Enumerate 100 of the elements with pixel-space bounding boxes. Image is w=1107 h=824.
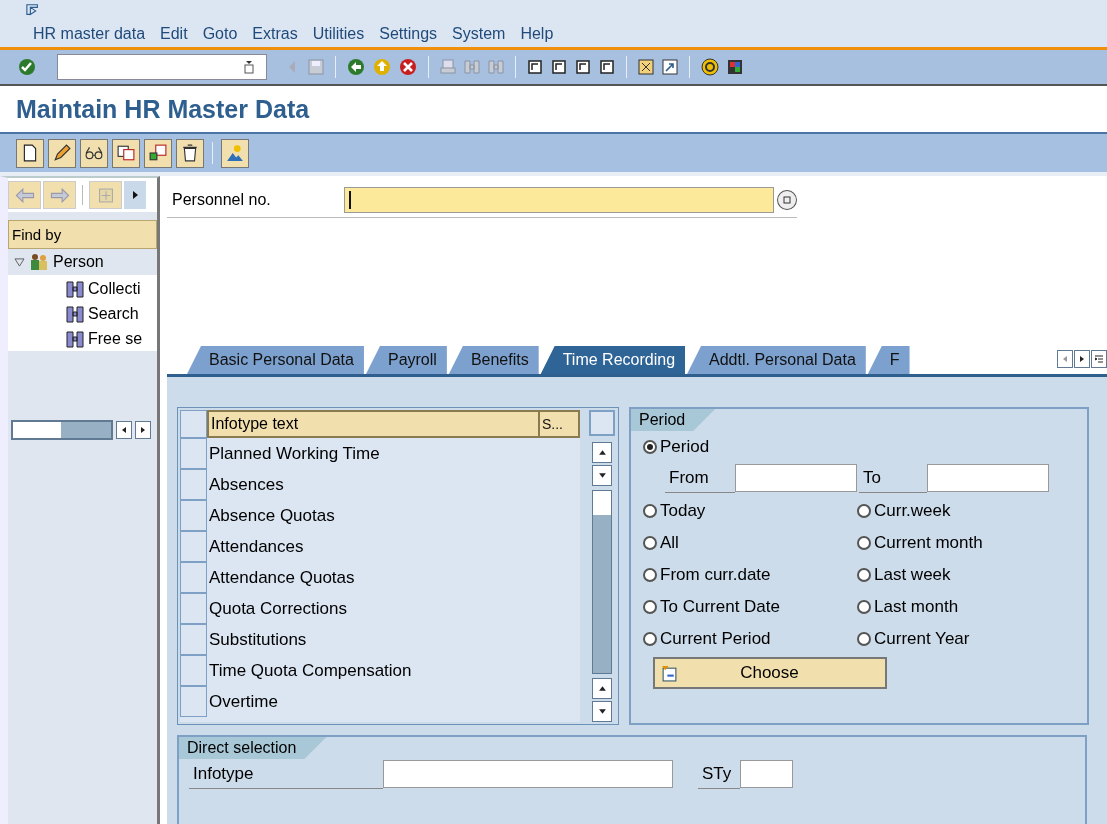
tree-item[interactable]: Collecti xyxy=(88,279,141,298)
edit-button[interactable] xyxy=(48,138,76,168)
infotype-item[interactable]: Substitutions xyxy=(207,624,307,655)
command-field[interactable] xyxy=(57,54,267,80)
landscape-icon xyxy=(226,144,244,162)
menu-item[interactable]: Edit xyxy=(160,24,188,43)
radio-label: Current Year xyxy=(874,629,970,649)
layout-icon[interactable] xyxy=(726,58,744,76)
radio-button[interactable] xyxy=(643,440,657,454)
subtype-field[interactable] xyxy=(740,760,793,788)
radio-label: All xyxy=(660,533,679,553)
expand-icon[interactable] xyxy=(14,257,25,267)
radio-button[interactable] xyxy=(857,568,871,582)
scroll-left-button[interactable] xyxy=(116,421,132,439)
copy-button[interactable] xyxy=(112,138,140,168)
group-title: Direct selection xyxy=(179,737,327,759)
infotype-item[interactable]: Time Quota Compensation xyxy=(207,655,412,686)
back-icon[interactable] xyxy=(346,57,366,77)
tab[interactable]: Benefits xyxy=(448,346,539,374)
radio-label: Current month xyxy=(874,533,983,553)
shortcut-icon[interactable] xyxy=(661,58,679,76)
page-down-button[interactable] xyxy=(592,465,612,486)
from-date-field[interactable] xyxy=(735,464,857,492)
more-button[interactable] xyxy=(124,181,146,209)
infotype-item[interactable]: Planned Working Time xyxy=(207,438,380,469)
page-icon[interactable] xyxy=(550,58,568,76)
radio-button[interactable] xyxy=(643,600,657,614)
select-all-cell[interactable] xyxy=(180,410,207,438)
tab-list-button[interactable] xyxy=(1091,350,1107,368)
help-icon[interactable] xyxy=(700,57,720,77)
infotype-item[interactable]: Overtime xyxy=(207,686,278,717)
find-by-header: Find by xyxy=(8,220,157,249)
settings-cell[interactable] xyxy=(589,410,615,436)
radio-button[interactable] xyxy=(643,568,657,582)
menu-icon[interactable] xyxy=(25,3,41,17)
radio-button[interactable] xyxy=(643,504,657,518)
delete-button[interactable] xyxy=(176,138,204,168)
menu-item[interactable]: HR master data xyxy=(33,24,146,43)
tree-item[interactable]: Search xyxy=(88,304,139,323)
scroll-up-button[interactable] xyxy=(592,678,612,699)
scrollbar[interactable] xyxy=(11,420,113,440)
tab-left-button[interactable] xyxy=(1057,350,1073,368)
radio-label: To Current Date xyxy=(660,597,780,617)
menu-item[interactable]: Goto xyxy=(202,24,238,43)
binoculars-icon xyxy=(66,304,84,323)
caret-icon xyxy=(1078,355,1086,363)
menu-item[interactable]: Settings xyxy=(379,24,438,43)
radio-button[interactable] xyxy=(857,632,871,646)
radio-button[interactable] xyxy=(643,632,657,646)
calendar-button[interactable] xyxy=(144,138,172,168)
caret-icon xyxy=(597,707,607,716)
tab-right-button[interactable] xyxy=(1074,350,1090,368)
cancel-icon[interactable] xyxy=(398,57,418,77)
column-header[interactable]: Infotype text xyxy=(207,410,540,438)
tree-item[interactable]: Person xyxy=(53,253,104,271)
enter-icon[interactable] xyxy=(17,57,37,77)
radio-button[interactable] xyxy=(857,536,871,550)
infotype-item[interactable]: Attendance Quotas xyxy=(207,562,355,593)
tab[interactable]: Time Recording xyxy=(540,346,686,374)
screen-title: Maintain HR Master Data xyxy=(16,94,310,124)
display-button[interactable] xyxy=(80,138,108,168)
tree-item[interactable]: Free se xyxy=(88,329,143,348)
page-icon[interactable] xyxy=(598,58,616,76)
menu-item[interactable]: Extras xyxy=(252,24,298,43)
radio-button[interactable] xyxy=(857,600,871,614)
menu-item[interactable]: Utilities xyxy=(312,24,365,43)
search-help-button[interactable] xyxy=(777,190,797,210)
scroll-right-button[interactable] xyxy=(135,421,151,439)
personnel-number-field[interactable] xyxy=(344,187,775,213)
infotype-item[interactable]: Quota Corrections xyxy=(207,593,347,624)
copy-icon xyxy=(117,144,135,162)
tab[interactable]: Addtl. Personal Data xyxy=(687,346,866,374)
tab[interactable]: F xyxy=(867,346,910,374)
to-date-field[interactable] xyxy=(927,464,1049,492)
infotype-field[interactable] xyxy=(383,760,673,788)
infotype-item[interactable]: Absences xyxy=(207,469,284,500)
create-button[interactable] xyxy=(16,138,44,168)
radio-label: Curr.week xyxy=(874,501,951,521)
scroll-down-button[interactable] xyxy=(592,701,612,722)
caret-icon xyxy=(597,448,607,457)
menu-item[interactable]: System xyxy=(452,24,506,43)
choose-button[interactable]: Choose xyxy=(653,657,887,689)
menu-item[interactable]: Help xyxy=(520,24,554,43)
radio-button[interactable] xyxy=(643,536,657,550)
page-up-button[interactable] xyxy=(592,442,612,463)
infotype-item[interactable]: Absence Quotas xyxy=(207,500,335,531)
window-icon[interactable] xyxy=(637,58,655,76)
radio-label: Period xyxy=(660,437,710,457)
infotype-item[interactable]: Attendances xyxy=(207,531,304,562)
page-icon[interactable] xyxy=(574,58,592,76)
tab[interactable]: Basic Personal Data xyxy=(187,346,364,374)
radio-label: Last month xyxy=(874,597,959,617)
scrollbar[interactable] xyxy=(592,490,612,674)
radio-button[interactable] xyxy=(857,504,871,518)
column-header[interactable]: S... xyxy=(540,410,580,438)
page-icon[interactable] xyxy=(526,58,544,76)
tab[interactable]: Payroll xyxy=(365,346,447,374)
dropdown-icon[interactable] xyxy=(244,60,254,74)
overview-button[interactable] xyxy=(221,138,249,168)
left-arrow-icon xyxy=(13,187,36,203)
